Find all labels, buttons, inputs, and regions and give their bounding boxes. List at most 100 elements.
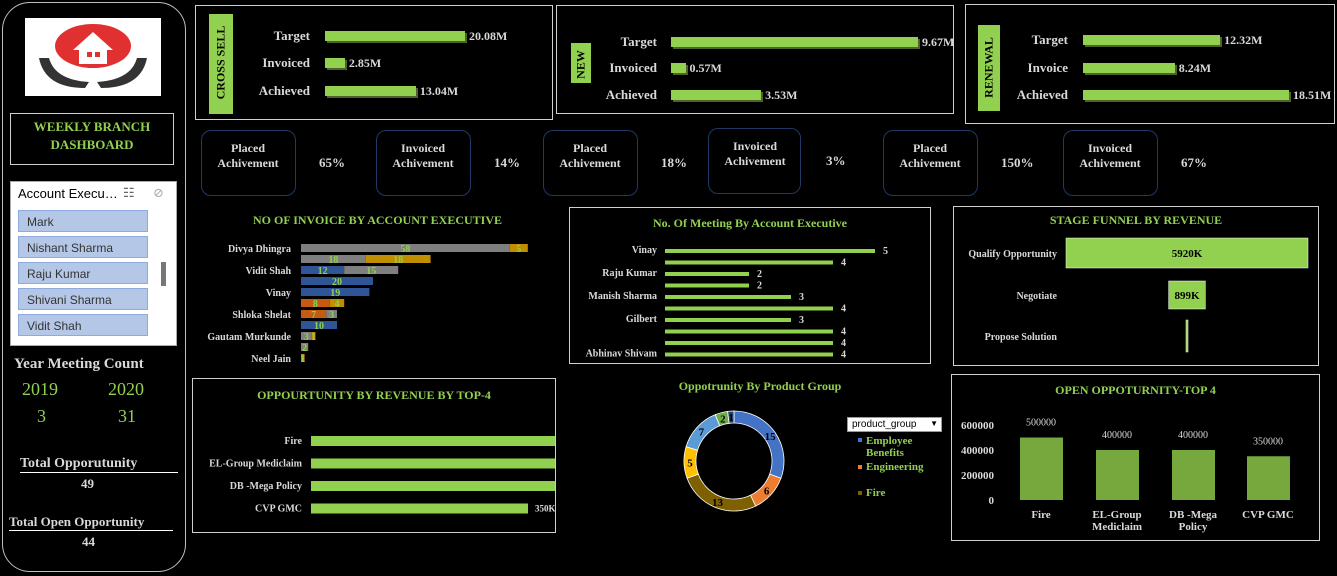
invoice-data-label: 3	[329, 310, 334, 321]
summary-value: 0.57M	[689, 61, 722, 75]
invoice-data-label: 15	[366, 266, 376, 277]
top4-revenue-chart: Fire500KEL-Group Mediclaim400KDB -Mega P…	[209, 436, 555, 515]
summary-value: 8.24M	[1178, 61, 1212, 75]
invoice-data-label: 5	[516, 244, 521, 255]
count-2019: 3	[37, 406, 46, 426]
legend-employee-benefits-label: Employee Benefits	[866, 435, 913, 459]
kpi-label: Placed Achivement	[559, 141, 621, 170]
open-opportunity-category-label: DB -Mega	[1169, 509, 1217, 521]
invoice-data-label: 18	[328, 255, 338, 266]
open-opportunity-bar	[1020, 437, 1063, 500]
invoice-data-label: 10	[314, 321, 324, 332]
meeting-category-label: Abhinav Shivam	[586, 349, 658, 360]
funnel-stage-label: Negotiate	[1016, 291, 1057, 302]
kpi-card: Invoiced Achivement 3%	[708, 128, 846, 194]
clear-filter-icon[interactable]: ⊘	[153, 185, 164, 201]
legend-fire-label: Fire	[866, 487, 886, 499]
slicer-item[interactable]: Shivani Sharma	[18, 288, 148, 310]
kpi-card: Placed Achivement 18%	[543, 130, 687, 196]
summary-value: 13.04M	[419, 84, 459, 98]
summary-label: Target	[620, 34, 657, 49]
invoice-data-label: 3	[304, 332, 309, 343]
invoice-chart-title: NO OF INVOICE BY ACCOUNT EXECUTIVE	[252, 213, 503, 227]
slicer-item[interactable]: Nishant Sharma	[18, 236, 148, 258]
kpi-value: 65%	[319, 155, 345, 170]
legend-fire: Fire	[858, 487, 885, 499]
invoice-category-label: Gautam Murkunde	[207, 332, 291, 343]
open-opportunity-data-label: 500000	[1026, 418, 1056, 429]
funnel-stage-label: Propose Solution	[985, 332, 1058, 343]
invoice-category-label: Vinay	[266, 288, 291, 299]
meeting-data-label: 3	[799, 292, 804, 303]
open-opportunity-bar	[1172, 450, 1215, 500]
kpi-card: Placed Achivement 65%	[201, 130, 345, 196]
meeting-data-label: 4	[841, 350, 846, 361]
summary-value: 18.51M	[1293, 88, 1332, 102]
summary-bar	[1083, 90, 1289, 100]
invoice-data-label: 4	[335, 299, 340, 310]
open-opportunity-category-label: Mediclaim	[1092, 521, 1142, 533]
summary-label: Target	[1031, 32, 1068, 47]
open-opportunity-category-label: Fire	[1031, 509, 1050, 521]
meeting-data-label: 2	[757, 281, 762, 292]
invoice-data-label: 8	[313, 299, 318, 310]
slicer-item[interactable]: Raju Kumar	[18, 262, 148, 284]
kpi-value: 67%	[1181, 155, 1207, 170]
invoice-data-label: 12	[318, 266, 328, 277]
kpi-card: Invoiced Achivement 14%	[376, 130, 520, 196]
meeting-data-label: 2	[757, 269, 762, 280]
donut-data-label: 5	[687, 457, 693, 469]
slicer-title: Account Execu…	[18, 186, 118, 201]
summary-bar	[325, 31, 465, 41]
slicer-item[interactable]: Vidit Shah	[18, 314, 148, 336]
meeting-category-label: Manish Sharma	[588, 291, 657, 302]
top4-bar	[311, 481, 555, 491]
summary-label: Invoice	[1027, 60, 1068, 75]
top4-category-label: DB -Mega Policy	[230, 481, 302, 492]
meeting-data-label: 4	[841, 327, 846, 338]
invoice-data-label: 20	[332, 277, 342, 288]
donut-data-label: 2	[720, 413, 726, 425]
top4-bar	[311, 458, 555, 469]
kpi-card: Invoiced Achivement 67%	[1063, 130, 1207, 196]
open-opportunity-category-label: EL-Group	[1092, 509, 1141, 521]
summary-label: Invoiced	[609, 60, 657, 75]
donut-data-label: 6	[764, 486, 770, 498]
invoice-data-label: 58	[400, 244, 410, 255]
open-opportunity-chart: 600000 400000 200000 0 500000 Fire 400000 EL-Gr…	[961, 418, 1294, 534]
invoice-data-label: 18	[393, 255, 403, 266]
funnel-chart: Qualify Opportunity 5920K Negotiate 899K Pro…	[968, 237, 1309, 353]
legend-engineering-label: Engineering	[866, 461, 924, 473]
funnel-stage-label: Qualify Opportunity	[968, 249, 1057, 260]
meeting-bar	[665, 318, 791, 322]
multi-select-icon[interactable]: ☷	[123, 185, 135, 201]
slicer-item[interactable]: Mark	[18, 210, 148, 232]
summary-label: Achieved	[258, 83, 310, 98]
open-opportunity-data-label: 400000	[1178, 430, 1208, 441]
y-tick-label: 0	[989, 495, 995, 507]
invoice-data-label: 1	[300, 354, 305, 365]
summary-bar	[671, 37, 918, 47]
invoice-category-label: Vidit Shah	[246, 266, 292, 277]
meeting-category-label: Gilbert	[626, 314, 658, 325]
kpi-label: Placed Achivement	[217, 141, 279, 170]
meeting-bar	[665, 329, 833, 334]
legend-swatch	[858, 465, 862, 469]
meeting-data-label: 3	[799, 315, 804, 326]
invoice-chart: Divya Dhingra 58 518 18Vidit Shah 12 1520Vina…	[207, 244, 528, 365]
summary-bar	[671, 63, 686, 73]
slicer-scrollbar[interactable]	[161, 262, 166, 286]
top4-category-label: EL-Group Mediclaim	[209, 459, 303, 470]
dropdown-arrow-icon: ▼	[930, 419, 938, 428]
meeting-bar	[665, 283, 749, 288]
product-group-filter[interactable]: product_group ▼	[847, 417, 942, 432]
kpi-value: 18%	[661, 155, 687, 170]
open-opportunity-bar	[1096, 450, 1139, 500]
meeting-chart-title: No. Of Meeting By Account Executive	[653, 216, 847, 230]
kpi-card: Placed Achivement 150%	[883, 130, 1034, 196]
summary-value: 2.85M	[348, 56, 382, 70]
meeting-bar	[665, 306, 833, 311]
top4-revenue-title: OPPOURTUNITY BY REVENUE BY TOP-4	[257, 388, 491, 402]
open-opportunity-category-label: Policy	[1179, 521, 1208, 533]
funnel-title: STAGE FUNNEL BY REVENUE	[1049, 213, 1223, 227]
